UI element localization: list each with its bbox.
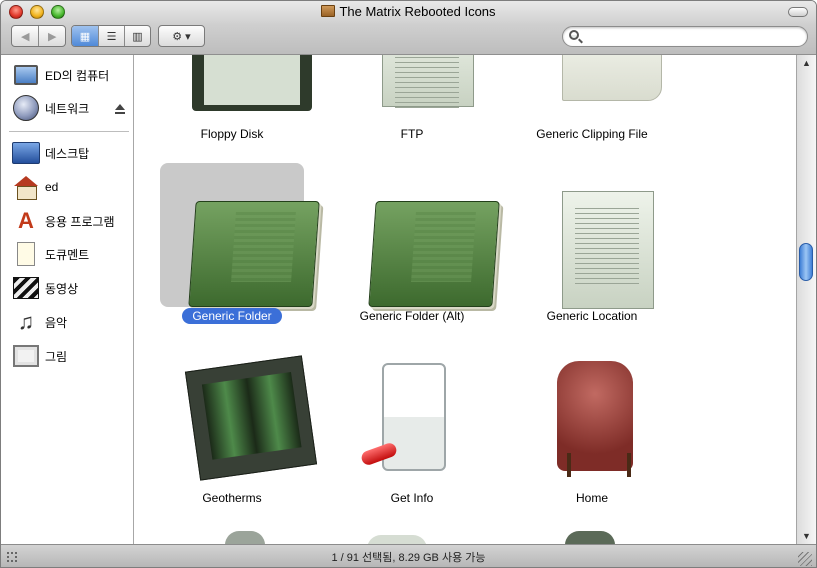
file-label: FTP xyxy=(400,127,424,141)
home-chair-icon xyxy=(517,353,667,493)
file-label: Generic Folder xyxy=(135,308,329,324)
partial-file-icon xyxy=(367,535,427,544)
sidebar-item-label: 응용 프로그램 xyxy=(45,214,115,229)
back-forward-control: ◀ ▶ xyxy=(11,25,66,47)
file-label: Floppy Disk xyxy=(200,127,264,141)
sidebar-item-label: 동영상 xyxy=(45,281,79,296)
search-field[interactable] xyxy=(562,26,808,47)
generic-folder-icon xyxy=(182,181,320,321)
partial-file-icon xyxy=(225,531,265,544)
sidebar-item-movies[interactable]: 동영상 xyxy=(11,274,131,302)
file-label: Generic Clipping File xyxy=(536,127,648,141)
toolbar-toggle-button[interactable] xyxy=(788,7,808,17)
vertical-scrollbar[interactable]: ▲ ▼ xyxy=(796,55,816,544)
sidebar-divider xyxy=(9,131,129,132)
sidebar-item-computer[interactable]: ED의 컴퓨터 xyxy=(11,61,131,89)
movies-icon xyxy=(11,274,41,302)
documents-icon xyxy=(11,240,41,268)
file-label: Generic Folder (Alt) xyxy=(359,309,465,323)
pictures-icon xyxy=(11,342,41,370)
generic-location-icon xyxy=(542,181,654,321)
sidebar-item-label: 도큐멘트 xyxy=(45,247,90,262)
generic-folder-alt-icon xyxy=(362,181,500,321)
scroll-thumb[interactable] xyxy=(799,243,813,281)
status-text: 1 / 91 선택됨, 8.29 GB 사용 가능 xyxy=(331,552,486,564)
get-info-icon xyxy=(337,353,487,493)
finder-window: The Matrix Rebooted Icons ◀ ▶ ▦ ☰ ▥ ⚙ ▾ … xyxy=(0,0,817,568)
eject-icon[interactable] xyxy=(115,104,125,114)
list-view-icon[interactable]: ☰ xyxy=(98,26,124,46)
ftp-icon xyxy=(362,55,474,195)
file-item[interactable]: Home xyxy=(517,353,667,533)
file-item[interactable]: Generic Folder (Alt) xyxy=(337,181,500,361)
network-icon xyxy=(11,94,41,122)
sidebar-item-label: ed xyxy=(45,180,59,194)
sidebar-item-network[interactable]: 네트워크 xyxy=(11,94,131,122)
title-toolbar: The Matrix Rebooted Icons ◀ ▶ ▦ ☰ ▥ ⚙ ▾ xyxy=(1,1,816,55)
back-arrow-icon[interactable]: ◀ xyxy=(12,26,38,46)
status-bar: 1 / 91 선택됨, 8.29 GB 사용 가능 xyxy=(1,544,816,567)
geotherms-icon xyxy=(182,353,318,493)
file-label: Geotherms xyxy=(202,491,262,505)
file-label: Generic Location xyxy=(546,309,638,323)
sidebar-item-home[interactable]: ed xyxy=(11,173,131,201)
home-icon xyxy=(11,173,41,201)
view-mode-control: ▦ ☰ ▥ xyxy=(71,25,151,47)
scroll-up-arrow-icon[interactable]: ▲ xyxy=(797,55,816,71)
sidebar-item-pictures[interactable]: 그림 xyxy=(11,342,131,370)
sidebar: ED의 컴퓨터 네트워크 데스크탑 ed A 응용 프로그램 도큐멘트 동영상 xyxy=(1,55,134,544)
gear-icon: ⚙ ▾ xyxy=(172,30,191,43)
file-item[interactable]: Get Info xyxy=(337,353,487,533)
sidebar-item-label: 네트워크 xyxy=(45,101,90,116)
file-label: Home xyxy=(575,491,608,505)
sidebar-item-documents[interactable]: 도큐멘트 xyxy=(11,240,131,268)
icon-view-area: Floppy Disk FTP Generic Clipping File Ge… xyxy=(135,55,796,544)
forward-arrow-icon[interactable]: ▶ xyxy=(38,26,65,46)
sidebar-item-label: 음악 xyxy=(45,315,68,330)
search-icon xyxy=(569,30,579,40)
scroll-down-arrow-icon[interactable]: ▼ xyxy=(797,528,816,544)
window-title: The Matrix Rebooted Icons xyxy=(339,4,496,19)
desktop-icon xyxy=(11,139,41,167)
column-view-icon[interactable]: ▥ xyxy=(124,26,150,46)
partial-file-icon xyxy=(565,531,615,544)
clipping-file-icon xyxy=(542,55,662,195)
sidebar-item-applications[interactable]: A 응용 프로그램 xyxy=(11,207,131,235)
search-input[interactable] xyxy=(583,29,803,44)
action-menu-button[interactable]: ⚙ ▾ xyxy=(158,25,205,47)
sidebar-item-music[interactable]: ♫ 음악 xyxy=(11,308,131,336)
file-item[interactable]: Geotherms xyxy=(157,353,318,533)
icon-view-icon[interactable]: ▦ xyxy=(72,26,98,46)
folder-proxy-icon[interactable] xyxy=(321,5,336,17)
music-icon: ♫ xyxy=(17,309,35,334)
sidebar-item-label: 데스크탑 xyxy=(45,146,90,161)
sidebar-item-label: ED의 컴퓨터 xyxy=(45,68,110,83)
file-item[interactable]: Generic Location xyxy=(517,181,667,361)
sidebar-item-label: 그림 xyxy=(45,349,68,364)
computer-icon xyxy=(11,61,41,89)
window-title-area: The Matrix Rebooted Icons xyxy=(1,4,816,19)
applications-icon: A xyxy=(18,208,34,233)
file-item[interactable]: Generic Folder xyxy=(135,163,329,343)
window-resize-grip-icon[interactable] xyxy=(798,552,812,566)
file-label: Get Info xyxy=(390,491,434,505)
sidebar-item-desktop[interactable]: 데스크탑 xyxy=(11,139,131,167)
